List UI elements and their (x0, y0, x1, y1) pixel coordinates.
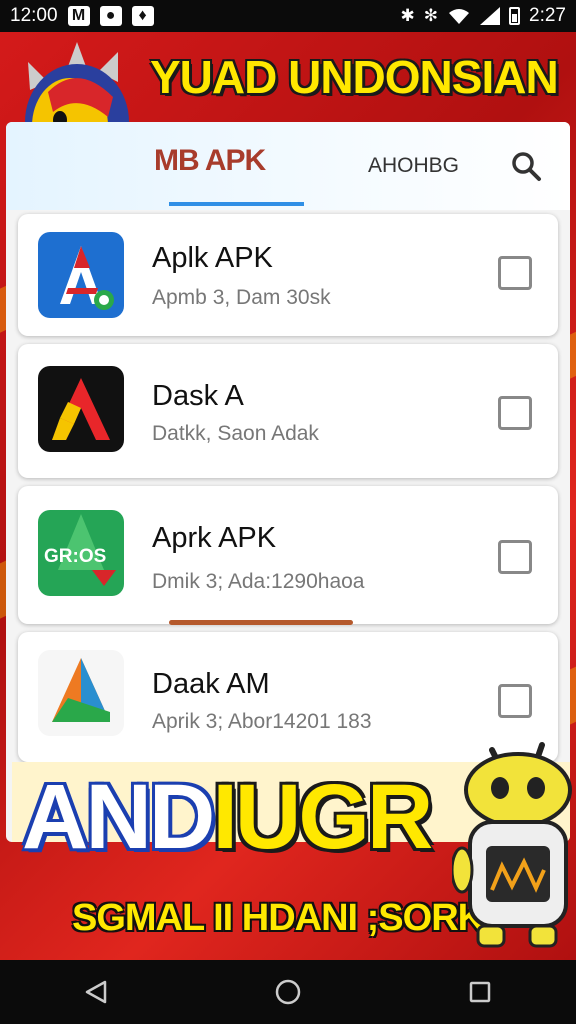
app-1-checkbox[interactable] (498, 256, 532, 290)
app-1-subtitle: Apmb 3, Dam 30sk (152, 286, 331, 309)
app-4-checkbox[interactable] (498, 684, 532, 718)
app-2-name: Dask A (152, 380, 244, 412)
status-time-right: 2:27 (529, 5, 566, 26)
recents-square-icon (469, 981, 491, 1003)
app-2-icon (38, 366, 124, 452)
app-4-subtitle: Aprik 3; Abor14201 183 (152, 710, 372, 733)
panel-header: MB APK AHOHBG (6, 122, 570, 210)
app-1-icon (38, 232, 124, 318)
promo-title-part2: IUGR (212, 766, 433, 868)
app-3-subtitle: Dmik 3; Ada:1290haoa (152, 570, 365, 593)
app-4-name: Daak AM (152, 668, 270, 700)
back-triangle-icon (85, 980, 107, 1004)
status-right: ✱ ✻ 2:27 (401, 5, 566, 27)
bluetooth-icon: ✱ (400, 6, 415, 25)
signal-icon (480, 7, 501, 25)
promo-title: ANDIUGR (22, 765, 433, 870)
list-item-app-1[interactable]: Aplk APK Apmb 3, Dam 30sk (18, 214, 558, 336)
back-button[interactable] (76, 972, 116, 1012)
svg-text:GR:OS: GR:OS (44, 546, 106, 567)
chat-notification-icon: ● (99, 6, 122, 26)
shield-notification-icon: ♦ (131, 6, 154, 26)
app-1-name: Aplk APK (152, 242, 273, 274)
status-time-left: 12:00 (10, 5, 58, 26)
app-3-name: Aprk APK (152, 522, 277, 554)
app-4-icon (38, 650, 124, 736)
search-icon[interactable] (508, 148, 544, 184)
app-3-icon: GR:OS (38, 510, 124, 596)
active-tab-indicator (169, 202, 304, 206)
list-item-app-2[interactable]: Dask A Datkk, Saon Adak (18, 344, 558, 478)
app-3-checkbox[interactable] (498, 540, 532, 574)
status-bar: 12:00 M ● ♦ ✱ ✻ 2:27 (0, 0, 576, 32)
app-2-checkbox[interactable] (498, 396, 532, 430)
banner-headline: YUAD UNDONSIAN (150, 51, 559, 103)
promo-subtitle: SGMAL II HDANI ;SORK (72, 897, 485, 939)
list-item-app-3[interactable]: GR:OS Aprk APK Dmik 3; Ada:1290haoa (18, 486, 558, 624)
vibrate-icon: ✻ (423, 6, 439, 25)
gmail-notification-icon: M (67, 6, 90, 26)
recents-button[interactable] (460, 972, 500, 1012)
tab-mb-apk[interactable]: MB APK (154, 144, 266, 178)
tab-secondary[interactable]: AHOHBG (368, 154, 459, 178)
wifi-icon (449, 9, 470, 24)
promo-banner-bottom: ANDIUGR SGMAL II HDANI ;SORK (0, 735, 576, 960)
battery-icon (509, 7, 521, 25)
promo-title-part1: AND (22, 766, 215, 868)
scroll-indicator[interactable] (169, 620, 353, 625)
home-circle-icon (275, 979, 301, 1005)
status-left: 12:00 M ● ♦ (10, 5, 154, 27)
navigation-bar (0, 960, 576, 1024)
robot-mascot-icon (452, 742, 572, 948)
app-2-subtitle: Datkk, Saon Adak (152, 422, 319, 445)
home-button[interactable] (268, 972, 308, 1012)
